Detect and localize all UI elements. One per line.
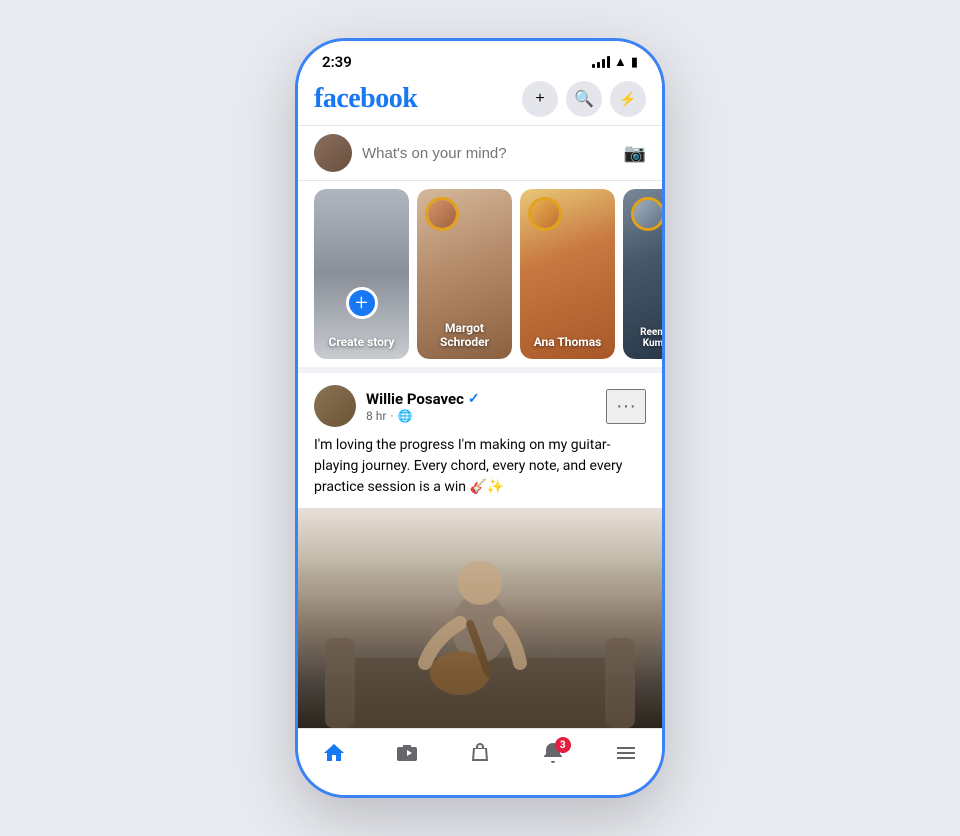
phone-screen: 2:39 ▲ ▮ facebook + 🔍 ⚡ <box>298 41 662 795</box>
post-input-bar: 📷 <box>298 125 662 181</box>
story-avatar-ring-ana <box>528 197 562 231</box>
post-author-details: Willie Posavec ✓ 8 hr · 🌐 <box>366 390 480 423</box>
story-ana[interactable]: Ana Thomas <box>520 189 615 359</box>
post-header: Willie Posavec ✓ 8 hr · 🌐 ··· <box>298 373 662 435</box>
story-reem[interactable]: Reem Kum <box>623 189 662 359</box>
story-margot[interactable]: Margot Schroder <box>417 189 512 359</box>
menu-icon <box>614 741 638 771</box>
stories-section: + Create story Margot Schroder Ana Thoma… <box>298 181 662 373</box>
dot-separator: · <box>390 409 393 423</box>
marketplace-icon <box>468 741 492 771</box>
notification-badge: 3 <box>555 737 571 753</box>
wifi-icon: ▲ <box>614 54 627 70</box>
post-meta: 8 hr · 🌐 <box>366 409 480 423</box>
globe-icon: 🌐 <box>398 409 413 423</box>
user-avatar <box>314 134 352 172</box>
nav-watch[interactable] <box>383 737 431 775</box>
search-button[interactable]: 🔍 <box>566 81 602 117</box>
post-input[interactable] <box>362 145 614 162</box>
watch-icon <box>395 741 419 771</box>
verified-badge: ✓ <box>468 391 480 407</box>
nav-menu[interactable] <box>602 737 650 775</box>
create-plus-icon: + <box>346 287 378 319</box>
post-author-name: Willie Posavec ✓ <box>366 390 480 408</box>
nav-home[interactable] <box>310 737 358 775</box>
add-button[interactable]: + <box>522 81 558 117</box>
nav-marketplace[interactable] <box>456 737 504 775</box>
header-icons: + 🔍 ⚡ <box>522 81 646 117</box>
app-header: facebook + 🔍 ⚡ <box>298 75 662 125</box>
signal-icon <box>592 56 610 68</box>
status-bar: 2:39 ▲ ▮ <box>298 41 662 75</box>
story-create[interactable]: + Create story <box>314 189 409 359</box>
search-icon: 🔍 <box>574 89 594 109</box>
post-author-avatar <box>314 385 356 427</box>
status-icons: ▲ ▮ <box>592 54 638 70</box>
post-author-info: Willie Posavec ✓ 8 hr · 🌐 <box>314 385 480 427</box>
guitar-player-illustration <box>298 508 662 728</box>
status-time: 2:39 <box>322 53 352 71</box>
phone-frame: 2:39 ▲ ▮ facebook + 🔍 ⚡ <box>295 38 665 798</box>
messenger-button[interactable]: ⚡ <box>610 81 646 117</box>
messenger-icon: ⚡ <box>619 91 636 108</box>
battery-icon: ▮ <box>631 55 638 70</box>
facebook-logo: facebook <box>314 83 417 115</box>
nav-notifications[interactable]: 3 <box>529 737 577 775</box>
story-margot-label: Margot Schroder <box>425 321 504 349</box>
post-text: I'm loving the progress I'm making on my… <box>298 435 662 508</box>
story-avatar-ring-margot <box>425 197 459 231</box>
story-reem-label: Reem Kum <box>631 327 662 349</box>
story-ana-label: Ana Thomas <box>528 335 607 349</box>
feed-section: Willie Posavec ✓ 8 hr · 🌐 ··· <box>298 373 662 728</box>
home-icon <box>322 741 346 771</box>
post-card: Willie Posavec ✓ 8 hr · 🌐 ··· <box>298 373 662 728</box>
story-avatar-ring-reem <box>631 197 662 231</box>
bottom-nav: 3 <box>298 728 662 795</box>
post-image <box>298 508 662 728</box>
more-options-button[interactable]: ··· <box>606 389 646 424</box>
camera-icon[interactable]: 📷 <box>624 143 646 164</box>
story-create-label: Create story <box>322 335 401 349</box>
